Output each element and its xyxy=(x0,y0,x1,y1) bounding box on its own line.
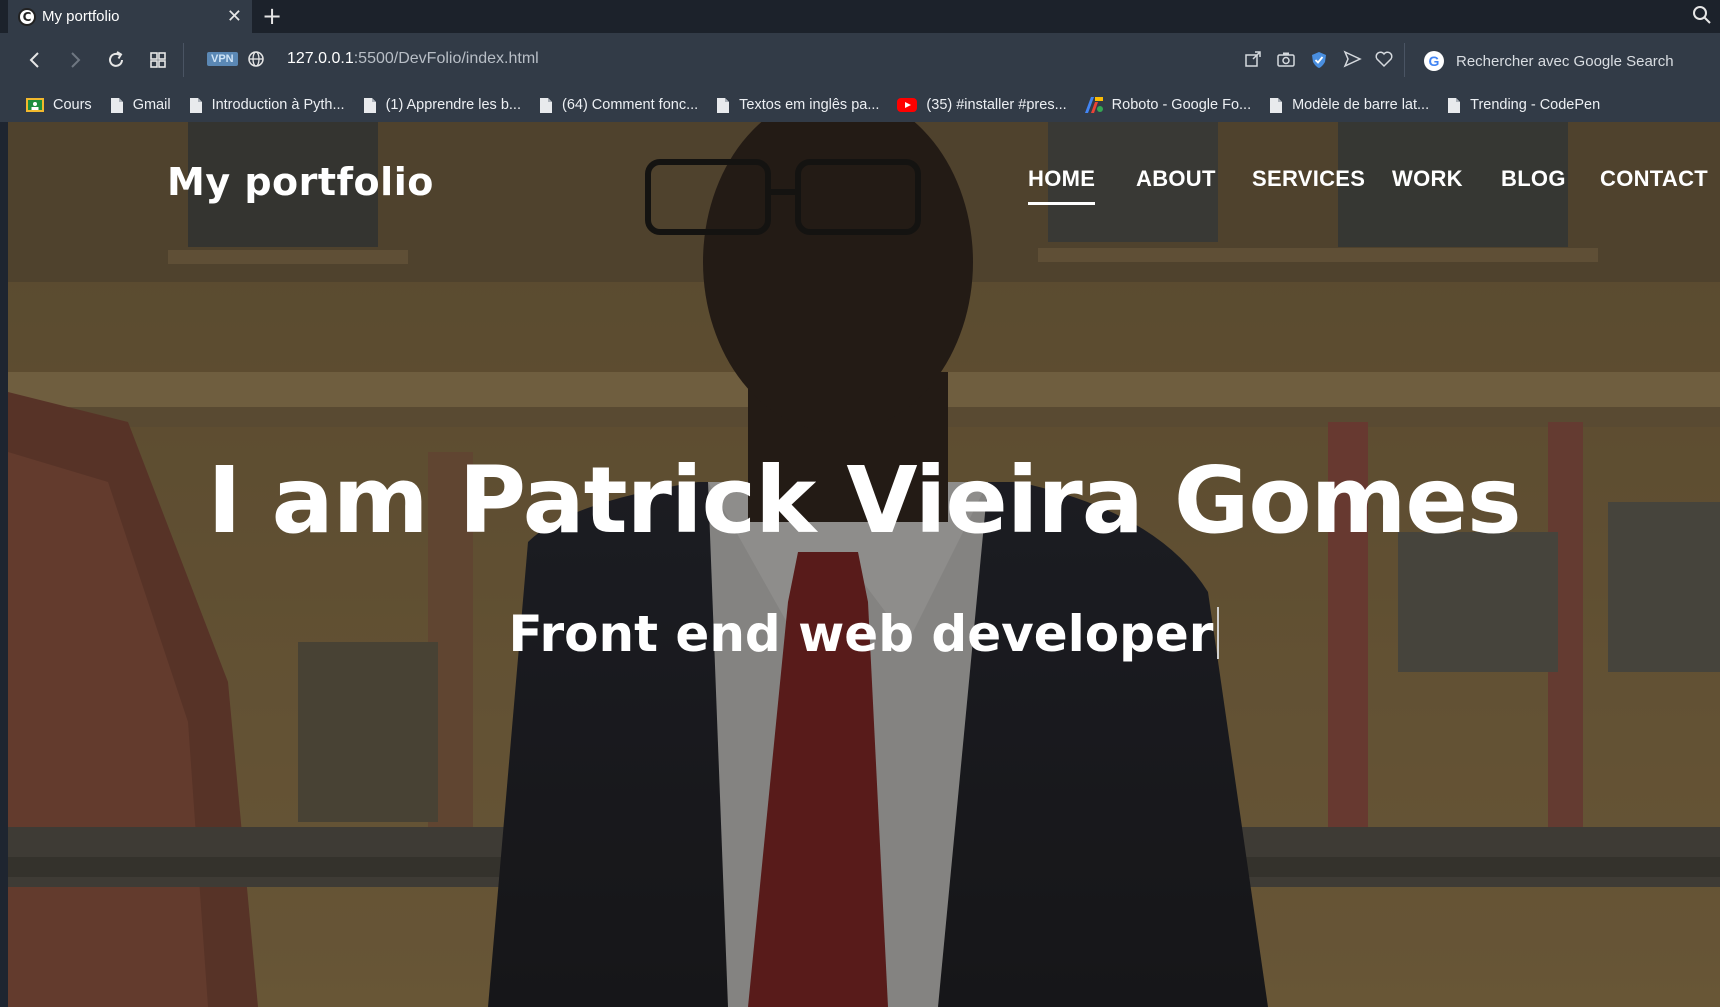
site-favicon-icon: C xyxy=(18,7,36,26)
tab-title: My portfolio xyxy=(42,8,120,25)
hero-subtitle-wrap: Front end web developer xyxy=(8,605,1720,663)
bookmark-item[interactable]: (35) #installer #pres... xyxy=(897,97,1067,113)
shield-icon[interactable] xyxy=(1310,50,1328,74)
toolbar-divider xyxy=(1404,43,1405,77)
bookmark-item[interactable]: (1) Apprendre les b... xyxy=(363,97,521,114)
hero-dark-overlay xyxy=(8,122,1720,1007)
url-host: 127.0.0.1 xyxy=(287,50,354,67)
bookmark-label: (64) Comment fonc... xyxy=(561,97,699,113)
search-input[interactable] xyxy=(1454,51,1708,71)
google-icon: G xyxy=(1424,51,1444,71)
page-icon xyxy=(189,97,203,114)
bookmark-item[interactable]: Cours xyxy=(26,97,92,113)
google-fonts-icon xyxy=(1084,97,1103,113)
page-icon xyxy=(110,97,124,114)
hero-subtitle: Front end web developer xyxy=(508,605,1214,663)
browser-tab-bar: C My portfolio ✕ + xyxy=(0,0,1720,33)
bookmark-item[interactable]: Roboto - Google Fo... xyxy=(1084,97,1252,113)
nav-about[interactable]: ABOUT xyxy=(1136,166,1216,192)
heart-icon[interactable] xyxy=(1374,50,1394,72)
bookmark-item[interactable]: Textos em inglês pa... xyxy=(716,97,879,114)
toolbar-divider xyxy=(183,43,184,77)
page-icon xyxy=(716,97,730,114)
url-path: :5500/DevFolio/index.html xyxy=(353,50,539,67)
bookmark-label: Gmail xyxy=(132,97,171,113)
nav-services[interactable]: SERVICES xyxy=(1252,166,1365,192)
bookmark-label: Cours xyxy=(53,97,92,113)
bookmark-label: (35) #installer #pres... xyxy=(926,97,1067,113)
url-field[interactable]: 127.0.0.1:5500/DevFolio/index.html xyxy=(287,50,539,68)
nav-contact[interactable]: CONTACT xyxy=(1600,166,1708,192)
page-icon xyxy=(1447,97,1461,114)
hero-title: I am Patrick Vieira Gomes xyxy=(207,447,1521,554)
nav-blog[interactable]: BLOG xyxy=(1501,166,1566,192)
bookmark-item[interactable]: Modèle de barre lat... xyxy=(1269,97,1429,114)
tab-search-icon[interactable] xyxy=(1692,5,1712,29)
camera-icon[interactable] xyxy=(1276,50,1296,72)
bookmark-item[interactable]: Gmail xyxy=(110,97,171,114)
back-icon[interactable] xyxy=(26,50,44,74)
close-tab-icon[interactable]: ✕ xyxy=(227,7,242,26)
send-icon[interactable] xyxy=(1342,50,1362,72)
address-bar: VPN 127.0.0.1:5500/DevFolio/index.html G xyxy=(0,33,1720,88)
new-tab-button[interactable]: + xyxy=(262,3,282,29)
nav-home[interactable]: HOME xyxy=(1028,166,1096,205)
bookmark-item[interactable]: (64) Comment fonc... xyxy=(539,97,698,114)
typing-cursor xyxy=(1217,607,1220,659)
vpn-badge[interactable]: VPN xyxy=(207,52,238,66)
bookmark-label: Textos em inglês pa... xyxy=(739,97,880,113)
bookmark-label: Trending - CodePen xyxy=(1470,97,1601,113)
nav-work[interactable]: WORK xyxy=(1392,166,1463,192)
bookmark-item[interactable]: Introduction à Pyth... xyxy=(189,97,345,114)
bookmark-label: Modèle de barre lat... xyxy=(1292,97,1430,113)
site-nav: HOME ABOUT SERVICES WORK BLOG CONTACT xyxy=(8,166,1720,206)
bookmark-label: Roboto - Google Fo... xyxy=(1111,97,1252,113)
classroom-icon xyxy=(26,97,44,113)
speed-dial-icon[interactable] xyxy=(148,50,168,74)
reload-icon[interactable] xyxy=(106,50,126,74)
forward-icon[interactable] xyxy=(66,50,84,74)
bookmarks-bar: Cours Gmail Introduction à Pyth... (1) A… xyxy=(0,88,1720,122)
page-icon xyxy=(363,97,377,114)
bookmark-item[interactable]: Trending - CodePen xyxy=(1447,97,1600,114)
search-box[interactable]: G xyxy=(1424,45,1720,77)
youtube-icon xyxy=(897,98,918,112)
page-icon xyxy=(1269,97,1283,114)
browser-tab[interactable]: C My portfolio ✕ xyxy=(8,0,252,33)
globe-icon[interactable] xyxy=(247,50,265,72)
page-icon xyxy=(539,97,553,114)
share-icon[interactable] xyxy=(1244,50,1262,72)
bookmark-label: Introduction à Pyth... xyxy=(211,97,345,113)
page-viewport: My portfolio HOME ABOUT SERVICES WORK BL… xyxy=(8,122,1720,1007)
bookmark-label: (1) Apprendre les b... xyxy=(385,97,521,113)
